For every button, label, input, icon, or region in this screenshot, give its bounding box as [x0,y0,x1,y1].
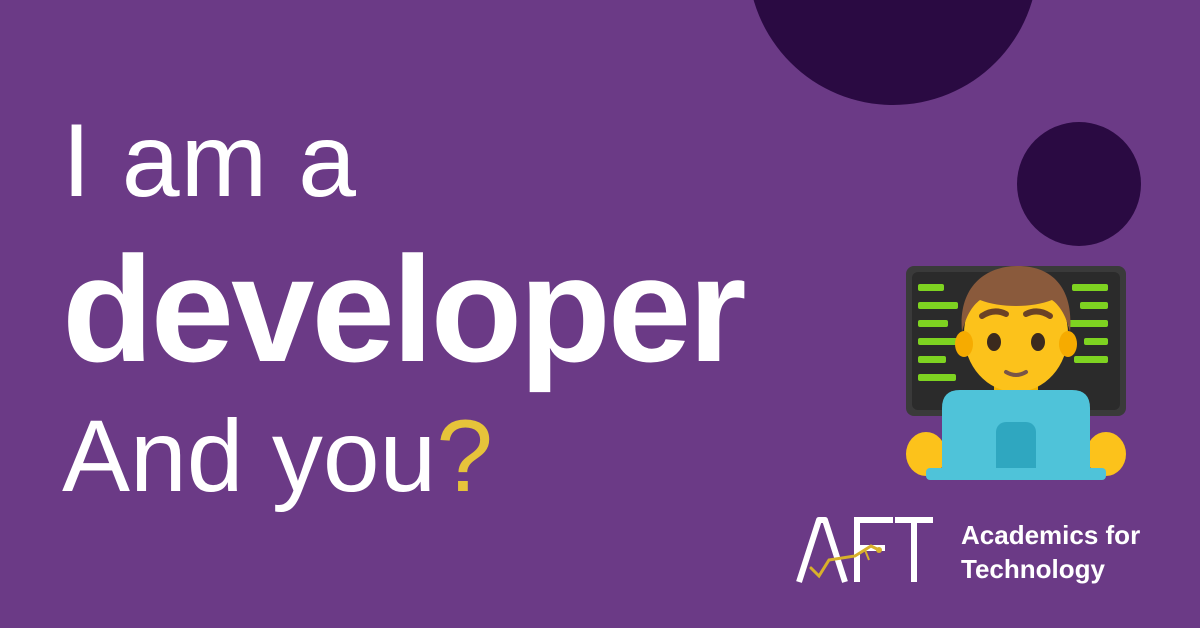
brand-name-line-2: Technology [961,554,1105,584]
headline-line-1: I am a [62,103,357,219]
headline-line-3: And you? [62,398,493,515]
question-mark: ? [436,399,494,513]
headline-line-2: developer [62,225,747,393]
brand-name-line-1: Academics for [961,520,1141,550]
brand-name: Academics for Technology [961,518,1140,586]
man-technologist-emoji-icon [906,266,1126,480]
aft-logo-icon [796,517,933,583]
headline-line-3-text: And you [62,399,437,513]
decorative-circle-large [748,0,1038,105]
decorative-circle-small [1017,122,1141,246]
banner: I am a developer And you? Academics for … [0,0,1200,628]
